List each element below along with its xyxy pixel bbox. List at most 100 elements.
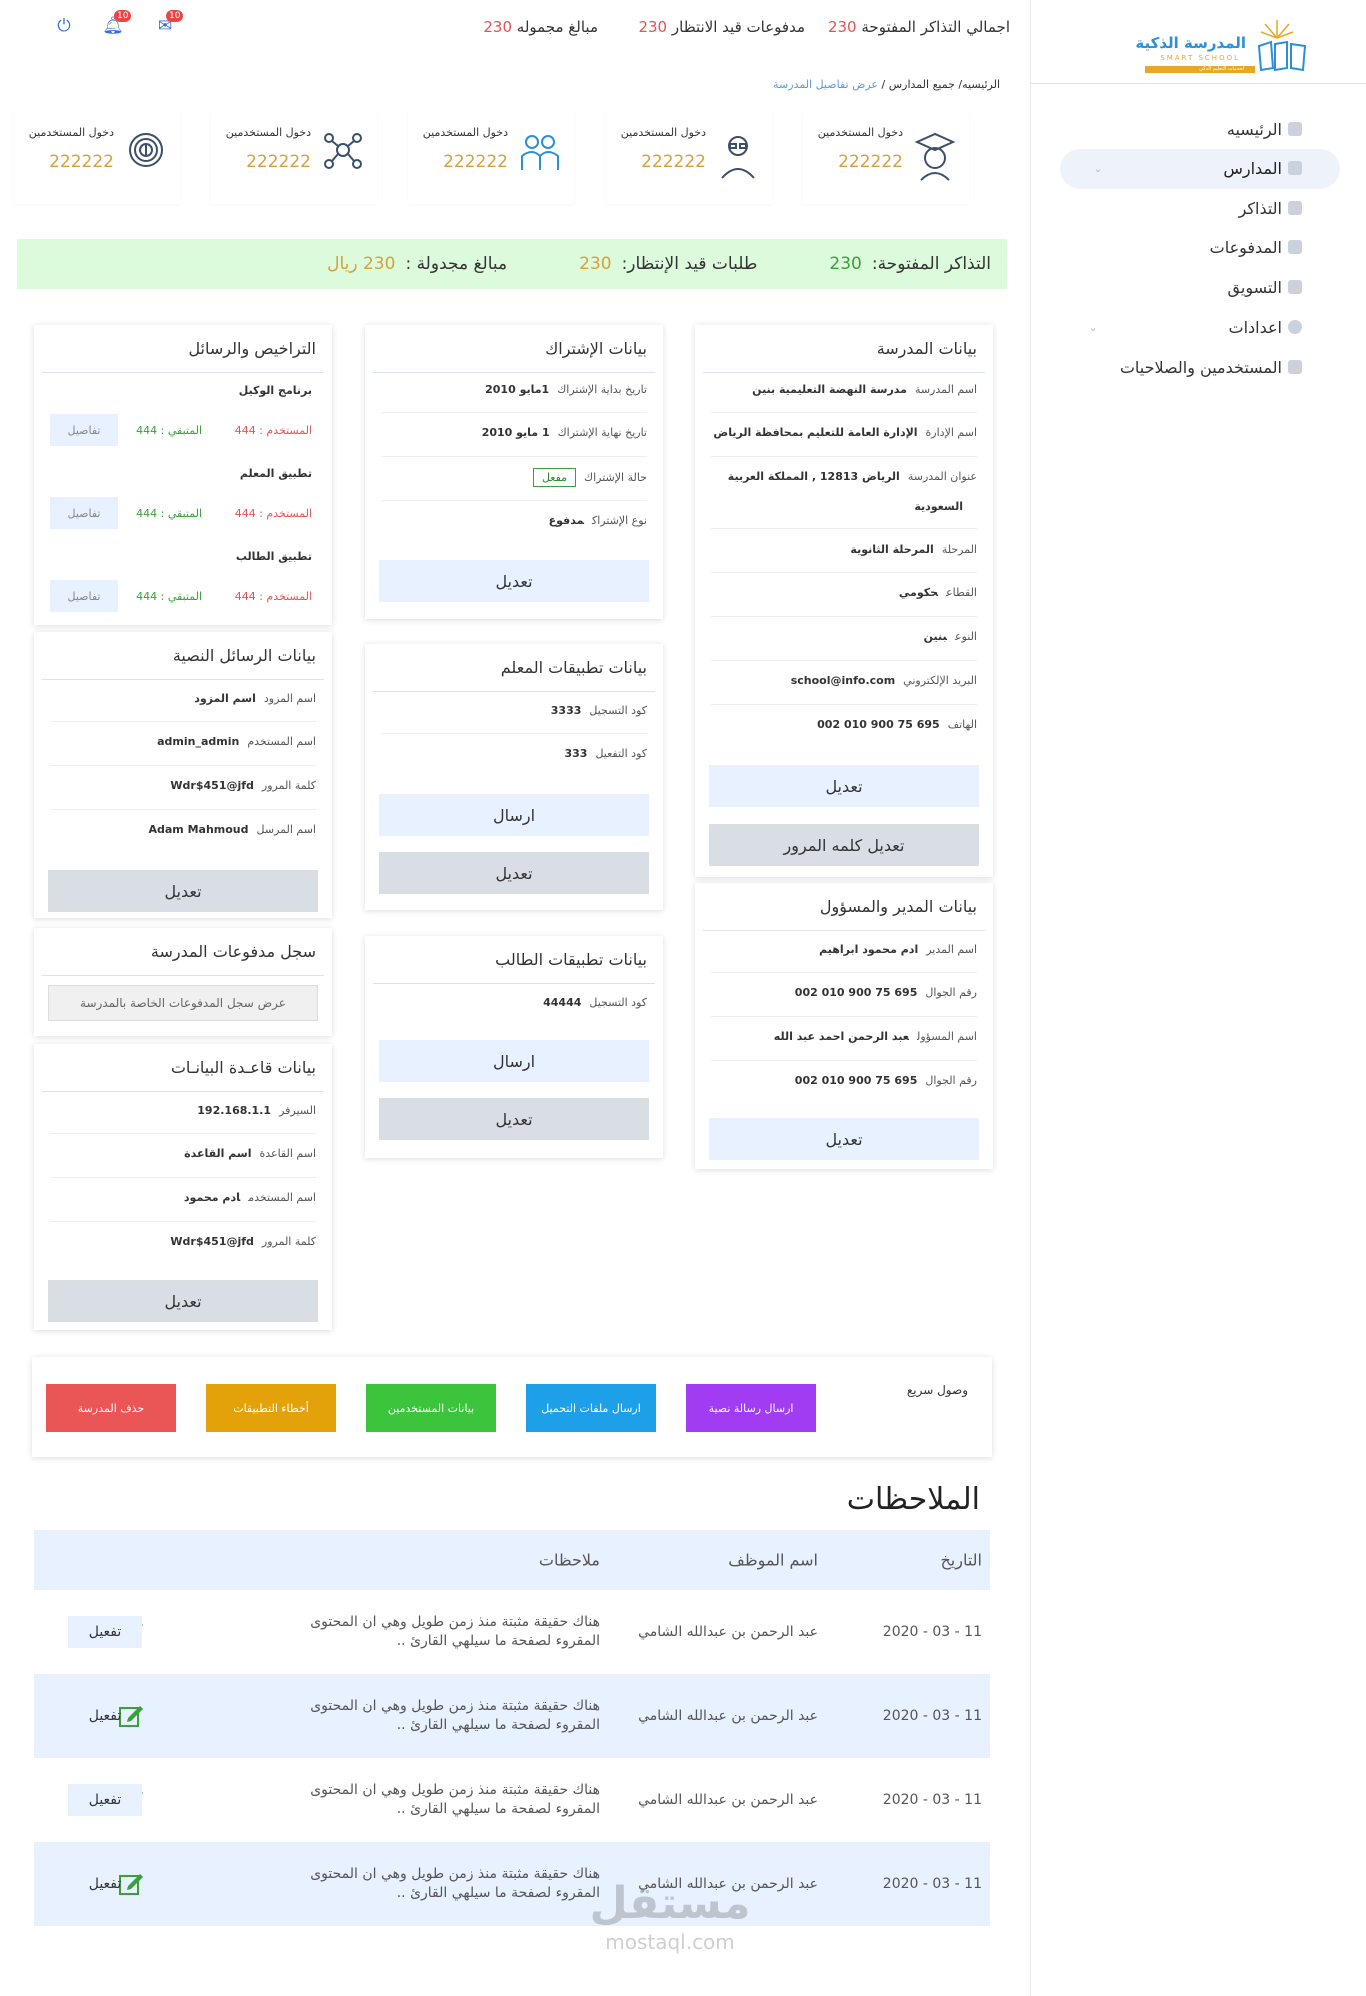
row-value: 695 75 900 010 002 bbox=[817, 718, 940, 731]
school-info-card: بيانات المدرسة اسم المدرسة مدرسة النهضة ا… bbox=[695, 325, 993, 877]
stat-value: 222222 bbox=[838, 152, 903, 172]
send-student-button[interactable]: ارسال bbox=[379, 1040, 649, 1082]
summary-label: مبالغ مجدولة : bbox=[405, 254, 508, 274]
topbar-label: اجمالي التذاكر المفتوحة bbox=[861, 18, 1010, 36]
sidebar-item-home[interactable]: الرئيسيه bbox=[1227, 110, 1302, 148]
megaphone-icon bbox=[1288, 280, 1302, 294]
info-row: كود التسجيل 3333 bbox=[381, 704, 647, 717]
sidebar-item-tickets[interactable]: التذاكر bbox=[1238, 189, 1302, 227]
row-key: كلمة المرور bbox=[261, 1235, 316, 1248]
row-key: اسم المزود bbox=[263, 692, 316, 705]
logo-text-ar: المدرسة الذكية bbox=[1135, 34, 1246, 52]
row-value: Adam Mahmoud bbox=[148, 823, 249, 836]
card-title: بيانات تطبيقات المعلم bbox=[500, 658, 647, 677]
row-key: رقم الجوال bbox=[925, 986, 977, 999]
teacher-icon bbox=[721, 136, 755, 179]
summary-open-tickets: التذاكر المفتوحة: 230 bbox=[829, 254, 991, 274]
sidebar-item-users-permissions[interactable]: المستخدمين والصلاحيات bbox=[1120, 348, 1302, 386]
table-row: 11 - 03 - 2020 عبد الرحمن بن عبدالله الش… bbox=[34, 1758, 990, 1842]
stat-label: دخول المستخدمين bbox=[422, 126, 508, 139]
row-key: السيرفر bbox=[279, 1104, 316, 1117]
license-used: المستخدم : 444 bbox=[234, 424, 312, 437]
power-icon[interactable]: ⏻ bbox=[53, 16, 75, 38]
row-value: school@info.com bbox=[790, 674, 896, 687]
row-value: 1 مايو 2010 bbox=[481, 426, 550, 439]
mostaql-watermark: مستقل mostaql.com bbox=[565, 1878, 775, 1958]
chevron-down-icon: ⌄ bbox=[1093, 161, 1103, 175]
topbar-value: 230 bbox=[483, 18, 512, 36]
edit-teacher-button[interactable]: تعديل bbox=[379, 852, 649, 894]
sidebar: المدرسة الذكية SMART SCHOOL لخدمات التعل… bbox=[1030, 0, 1366, 1996]
card-divider bbox=[703, 372, 985, 373]
sidebar-item-label: المدارس bbox=[1223, 158, 1282, 178]
send-sms-button[interactable]: ارسال رسالة نصية bbox=[686, 1384, 816, 1432]
card-title: سجل مدفوعات المدرسة bbox=[150, 942, 316, 961]
activate-button[interactable]: تفعيل bbox=[68, 1868, 142, 1900]
view-payments-log-button[interactable]: عرض سجل المدفوعات الخاصة بالمدرسة bbox=[48, 985, 318, 1021]
card-title: بيانات قاعـدة البيانـات bbox=[170, 1058, 316, 1077]
edit-manager-button[interactable]: تعديل bbox=[709, 1118, 979, 1160]
smart-school-logo[interactable]: المدرسة الذكية SMART SCHOOL لخدمات التعل… bbox=[1135, 16, 1316, 78]
info-row: السيرفر 192.168.1.1 bbox=[50, 1104, 316, 1117]
row-value: 695 75 900 010 002 bbox=[794, 986, 918, 999]
license-name: تطبيق الطالب bbox=[235, 550, 312, 563]
delete-school-button[interactable]: حذف المدرسة bbox=[46, 1384, 176, 1432]
edit-subscription-button[interactable]: تعديل bbox=[379, 560, 649, 602]
row-key: القطاع bbox=[946, 586, 977, 599]
info-row: رقم الجوال 695 75 900 010 002 bbox=[711, 1074, 977, 1087]
row-value: 3333 bbox=[550, 704, 582, 717]
edit-school-button[interactable]: تعديل bbox=[709, 765, 979, 807]
breadcrumb-schools[interactable]: جميع المدارس bbox=[889, 78, 955, 91]
row-key: كود التسجيل bbox=[589, 996, 647, 1009]
summary-value: 230 bbox=[579, 254, 612, 274]
row-divider bbox=[50, 1177, 316, 1178]
row-key: اسم المسؤول bbox=[916, 1030, 977, 1043]
row-divider bbox=[711, 572, 977, 573]
sidebar-item-payments[interactable]: المدفوعات bbox=[1210, 228, 1302, 266]
manager-info-card: بيانات المدير والمسؤول اسم المدير ادم محم… bbox=[695, 883, 993, 1169]
family-icon bbox=[521, 135, 559, 170]
send-teacher-button[interactable]: ارسال bbox=[379, 794, 649, 836]
licenses-card: التراخيص والرسائل برنامج الوكيل المستخدم… bbox=[34, 325, 332, 625]
edit-sms-button[interactable]: تعديل bbox=[48, 870, 318, 912]
edit-password-button[interactable]: تعديل كلمه المرور bbox=[709, 824, 979, 866]
activate-button[interactable]: تفعيل bbox=[68, 1700, 142, 1732]
subscription-card: بيانات الإشتراك تاريخ بداية الإشتراك 1ماي… bbox=[365, 325, 663, 619]
details-button[interactable]: تفاصيل bbox=[50, 497, 118, 529]
sidebar-item-label: التذاكر bbox=[1238, 198, 1282, 218]
mail-badge: 10 bbox=[166, 10, 184, 22]
app-errors-button[interactable]: أخطاء التطبيقات bbox=[206, 1384, 336, 1432]
row-value: 695 75 900 010 002 bbox=[794, 1074, 918, 1087]
row-value: ادم محمود bbox=[183, 1191, 241, 1204]
sidebar-item-marketing[interactable]: التسويق bbox=[1228, 268, 1302, 306]
card-title: بيانات تطبيقات الطالب bbox=[495, 950, 647, 969]
details-button[interactable]: تفاصيل bbox=[50, 414, 118, 446]
edit-student-button[interactable]: تعديل bbox=[379, 1098, 649, 1140]
details-button[interactable]: تفاصيل bbox=[50, 580, 118, 612]
sidebar-item-settings[interactable]: اعدادات ⌄ bbox=[1089, 308, 1302, 346]
user-data-button[interactable]: بيانات المستخدمين bbox=[366, 1384, 496, 1432]
logo-tagline: لخدمات التعليم الذكي bbox=[1199, 66, 1244, 72]
license-remaining: المتبقي : 444 bbox=[136, 507, 202, 520]
stat-label: دخول المستخدمين bbox=[28, 126, 114, 139]
activate-button[interactable]: تفعيل bbox=[68, 1784, 142, 1816]
activate-button[interactable]: تفعيل bbox=[68, 1616, 142, 1648]
logo-text-en: SMART SCHOOL bbox=[1160, 54, 1240, 62]
info-row: كود التسجيل 44444 bbox=[381, 996, 647, 1009]
row-value: حكومي bbox=[898, 586, 939, 599]
stat-value: 222222 bbox=[641, 152, 706, 172]
mail-icon[interactable]: ✉ 10 bbox=[154, 10, 184, 38]
sms-card: بيانات الرسائل النصية اسم المزوداسم المز… bbox=[34, 632, 332, 918]
bell-icon[interactable]: 🔔︎ 10 bbox=[102, 10, 132, 38]
send-download-files-button[interactable]: ارسال ملفات التحميل bbox=[526, 1384, 656, 1432]
row-key: المرحلة bbox=[941, 543, 977, 556]
sidebar-item-schools[interactable]: المدارس ⌄ bbox=[1093, 149, 1302, 187]
quick-access-panel: وصول سريع ارسال رسالة نصية ارسال ملفات ا… bbox=[32, 1357, 992, 1457]
edit-database-button[interactable]: تعديل bbox=[48, 1280, 318, 1322]
row-key: تاريخ نهاية الإشتراك bbox=[557, 426, 647, 439]
stat-label: دخول المستخدمين bbox=[620, 126, 706, 139]
stat-card: دخول المستخدمين 222222 bbox=[803, 112, 969, 204]
breadcrumb-home[interactable]: الرئيسيه/ bbox=[958, 78, 1000, 91]
note-employee: عبد الرحمن بن عبدالله الشامي bbox=[638, 1708, 818, 1724]
note-date: 11 - 03 - 2020 bbox=[882, 1708, 982, 1724]
